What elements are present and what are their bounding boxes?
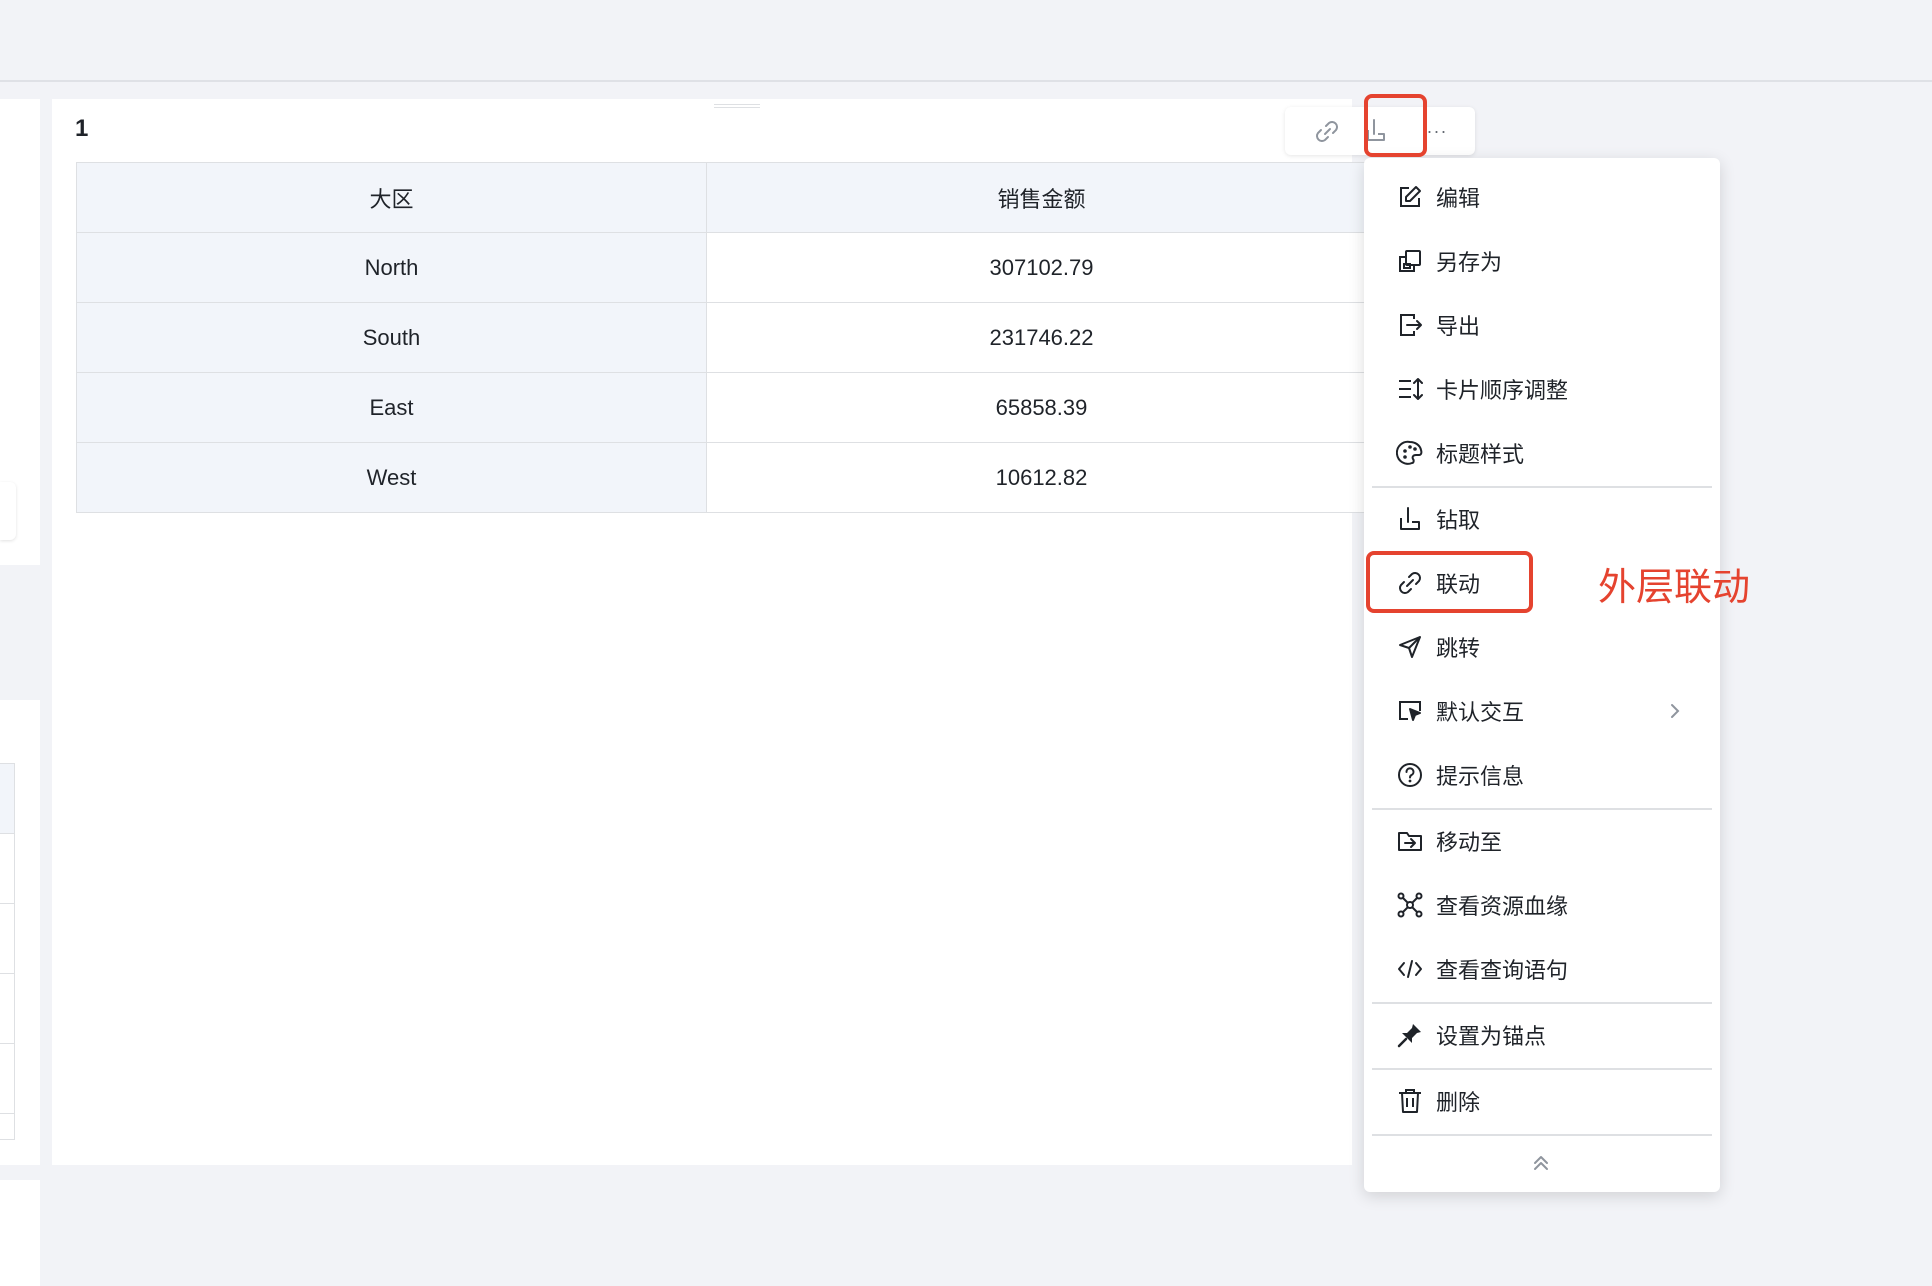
left-card-tab[interactable]	[0, 482, 16, 540]
table-cell[interactable]: 231746.22	[706, 302, 1377, 373]
code-icon	[1396, 955, 1424, 983]
save-as-icon	[1396, 247, 1424, 275]
annotation-label: 外层联动	[1598, 567, 1751, 609]
menu-item-title-style[interactable]: 标题样式	[1364, 425, 1720, 481]
menu-item-label: 提示信息	[1436, 764, 1525, 789]
menu-item-label: 导出	[1436, 314, 1481, 339]
interaction-icon	[1396, 697, 1424, 725]
edit-icon	[1396, 183, 1424, 211]
collapse-up-icon[interactable]	[1528, 1152, 1554, 1174]
column-header[interactable]: 销售金额	[706, 162, 1377, 233]
menu-item-set-anchor[interactable]: 设置为锚点	[1364, 1007, 1720, 1063]
help-icon	[1396, 761, 1424, 789]
table-cell[interactable]: 65858.39	[706, 372, 1377, 443]
menu-item-move-to[interactable]: 移动至	[1364, 813, 1720, 869]
table-cell[interactable]: 307102.79	[706, 232, 1377, 303]
card-more-menu: 编辑 另存为 导出 卡片顺序调整 标题样式 钻取 联动 跳转 默认交互 提示信息	[1364, 158, 1720, 1192]
menu-item-label: 查看查询语句	[1436, 958, 1569, 983]
menu-item-tooltip-info[interactable]: 提示信息	[1364, 747, 1720, 803]
menu-item-label: 移动至	[1436, 830, 1503, 855]
table-cell[interactable]: South	[76, 302, 707, 373]
highlight-box-linkage	[1366, 551, 1533, 613]
card-title: 1	[75, 115, 89, 142]
menu-divider	[1372, 1002, 1712, 1004]
table-row: West 10612.82	[76, 442, 1377, 513]
table-row	[0, 834, 14, 904]
reorder-icon	[1396, 375, 1424, 403]
menu-item-query-statement[interactable]: 查看查询语句	[1364, 941, 1720, 997]
menu-divider	[1372, 1068, 1712, 1070]
table-row	[0, 904, 14, 974]
menu-item-edit[interactable]: 编辑	[1364, 169, 1720, 225]
data-table: 大区 销售金额 North 307102.79 South 231746.22 …	[76, 162, 1377, 513]
menu-item-export[interactable]: 导出	[1364, 297, 1720, 353]
move-folder-icon	[1396, 827, 1424, 855]
palette-icon	[1396, 439, 1424, 467]
menu-item-jump[interactable]: 跳转	[1364, 619, 1720, 675]
menu-item-lineage[interactable]: 查看资源血缘	[1364, 877, 1720, 933]
send-icon	[1396, 633, 1424, 661]
left-card-3	[0, 1180, 40, 1286]
menu-item-label: 卡片顺序调整	[1436, 378, 1569, 403]
drill-icon	[1396, 505, 1424, 533]
menu-item-label: 编辑	[1436, 186, 1481, 211]
menu-item-delete[interactable]: 删除	[1364, 1073, 1720, 1129]
table-header-row: 大区 销售金额	[76, 162, 1377, 233]
menu-item-default-interaction[interactable]: 默认交互	[1364, 683, 1720, 739]
table-row	[0, 764, 14, 834]
menu-item-label: 另存为	[1436, 250, 1503, 275]
menu-divider	[1372, 486, 1712, 488]
table-row: South 231746.22	[76, 302, 1377, 373]
menu-item-label: 跳转	[1436, 636, 1481, 661]
menu-item-drill[interactable]: 钻取	[1364, 491, 1720, 547]
table-row	[0, 974, 14, 1044]
lineage-icon	[1396, 891, 1424, 919]
chevron-right-icon	[1666, 702, 1684, 720]
table-row: East 65858.39	[76, 372, 1377, 443]
table-cell[interactable]: East	[76, 372, 707, 443]
table-row: North 307102.79	[76, 232, 1377, 303]
link-icon[interactable]	[1313, 119, 1341, 143]
highlight-box-more	[1364, 94, 1427, 157]
menu-divider	[1372, 808, 1712, 810]
menu-item-label: 删除	[1436, 1090, 1481, 1115]
trash-icon	[1396, 1087, 1424, 1115]
menu-item-save-as[interactable]: 另存为	[1364, 233, 1720, 289]
chart-card: 1 ··· 大区 销售金额 North 307102.79 South 2317…	[52, 99, 1475, 1165]
menu-item-label: 钻取	[1436, 508, 1481, 533]
export-icon	[1396, 311, 1424, 339]
menu-item-label: 标题样式	[1436, 442, 1525, 467]
top-bar	[0, 0, 1932, 82]
menu-item-label: 默认交互	[1436, 700, 1525, 725]
left-card-2	[0, 700, 40, 1165]
menu-divider	[1372, 1134, 1712, 1136]
menu-item-reorder[interactable]: 卡片顺序调整	[1364, 361, 1720, 417]
drag-handle[interactable]	[714, 104, 760, 108]
table-cell[interactable]: North	[76, 232, 707, 303]
menu-item-label: 查看资源血缘	[1436, 894, 1569, 919]
table-cell[interactable]: West	[76, 442, 707, 513]
menu-item-label: 设置为锚点	[1436, 1024, 1547, 1049]
left-card-table	[0, 763, 15, 1140]
table-cell[interactable]: 10612.82	[706, 442, 1377, 513]
column-header[interactable]: 大区	[76, 162, 707, 233]
table-row	[0, 1044, 14, 1114]
pin-icon	[1396, 1021, 1424, 1049]
